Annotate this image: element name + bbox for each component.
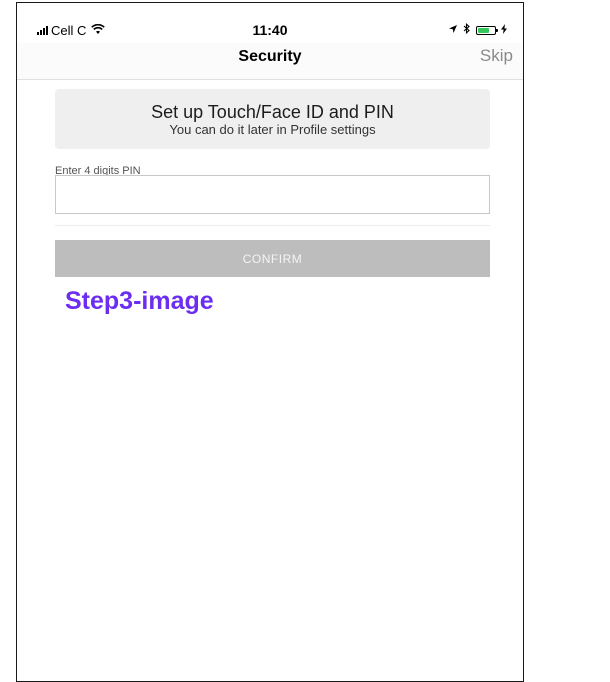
info-card: Set up Touch/Face ID and PIN You can do …	[55, 89, 490, 149]
phone-screen: Cell C 11:40 Security Skip Set up Touch/…	[16, 2, 524, 682]
status-icons	[448, 22, 507, 37]
skip-button[interactable]: Skip	[480, 46, 513, 66]
info-title: Set up Touch/Face ID and PIN	[151, 102, 394, 122]
divider	[55, 225, 490, 226]
confirm-button[interactable]: CONFIRM	[55, 240, 490, 277]
charging-icon	[501, 23, 507, 37]
status-bar: Cell C 11:40	[17, 3, 523, 43]
battery-icon	[476, 25, 498, 35]
location-icon	[448, 23, 458, 37]
step-label: Step3-image	[65, 287, 214, 315]
navigation-bar: Security Skip	[17, 43, 523, 80]
bluetooth-icon	[463, 22, 471, 37]
info-subtitle: You can do it later in Profile settings	[169, 122, 376, 137]
pin-input[interactable]	[55, 175, 490, 214]
page-title: Security	[238, 48, 302, 65]
